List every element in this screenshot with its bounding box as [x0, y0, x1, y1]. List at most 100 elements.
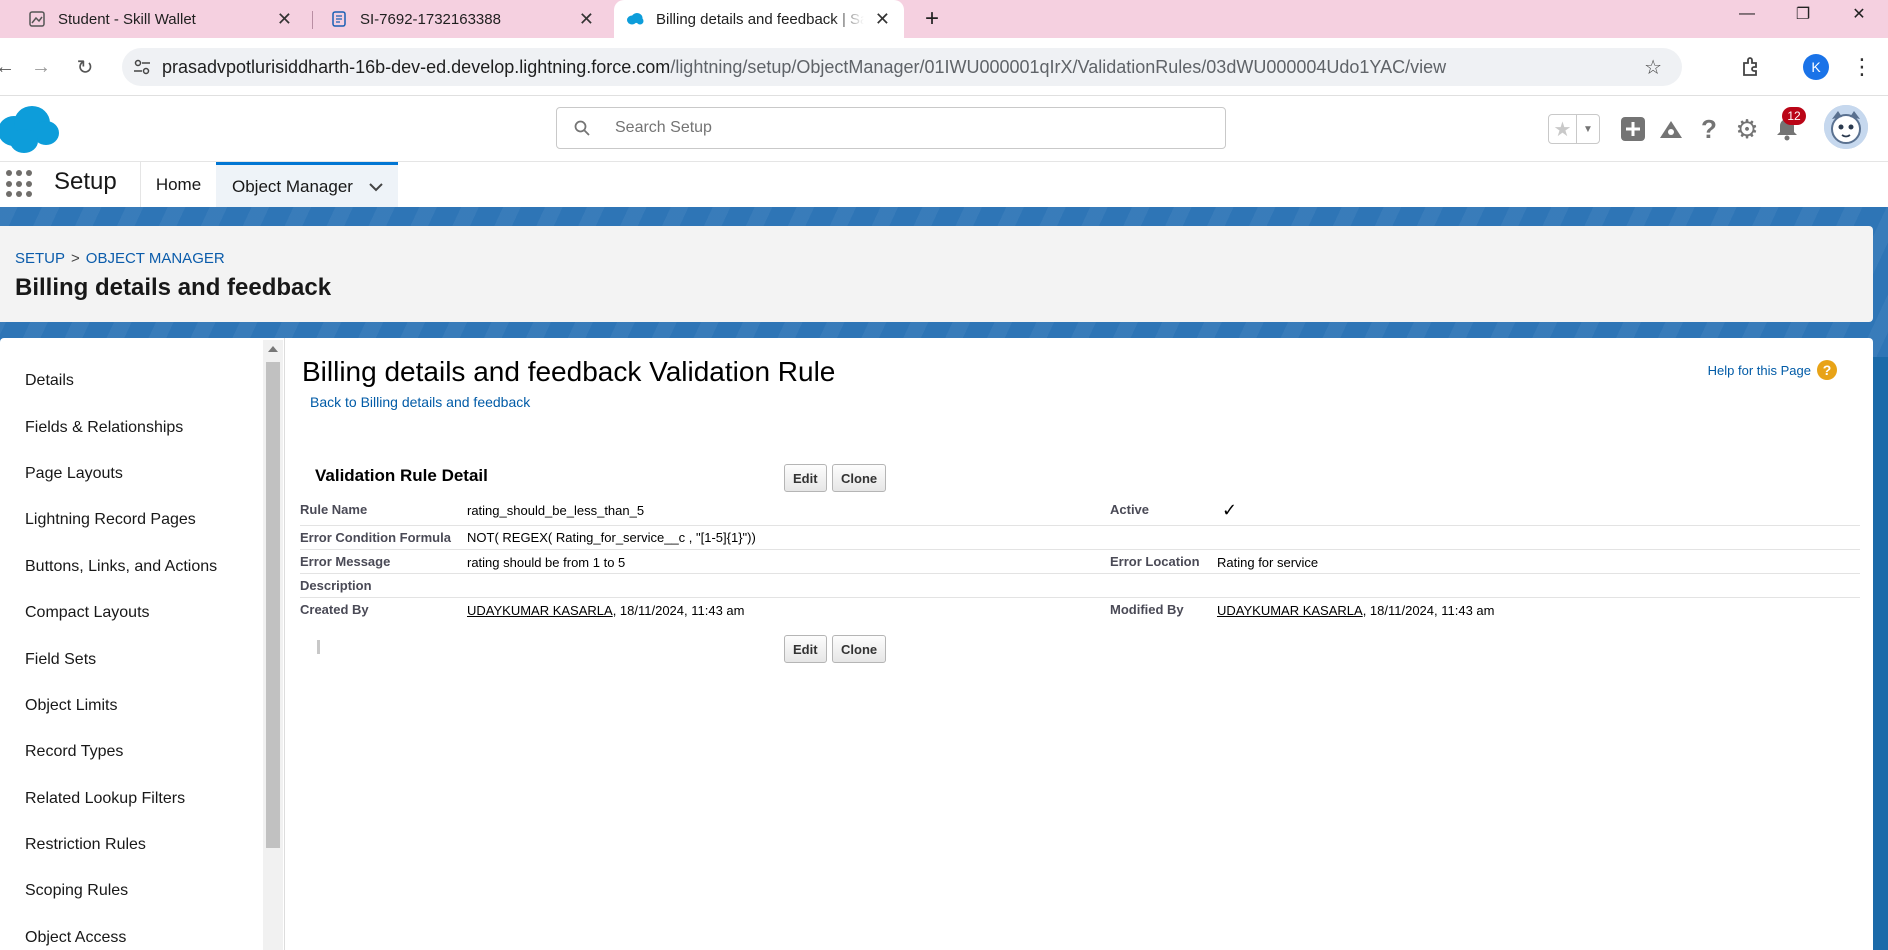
sidebar-item-fields-relationships[interactable]: Fields & Relationships	[25, 419, 183, 437]
favorites-dropdown-icon[interactable]: ▼	[1577, 115, 1599, 143]
sidebar-item-details[interactable]: Details	[25, 372, 74, 390]
bookmark-star-icon[interactable]: ☆	[1644, 55, 1662, 80]
created-by-value: UDAYKUMAR KASARLA, 18/11/2024, 11:43 am	[467, 603, 744, 618]
favorite-star-icon[interactable]: ★	[1549, 115, 1577, 143]
address-bar[interactable]: prasadvpotlurisiddharth-16b-dev-ed.devel…	[122, 48, 1682, 86]
salesforce-logo[interactable]	[0, 103, 62, 160]
sidebar-item-buttons-links-actions[interactable]: Buttons, Links, and Actions	[25, 558, 217, 576]
app-launcher-icon[interactable]	[6, 170, 34, 198]
browser-menu-icon[interactable]: ⋮	[1851, 54, 1873, 80]
app-navigation-bar: Setup Home Object Manager	[0, 161, 1888, 208]
site-info-icon[interactable]	[122, 59, 162, 75]
tab-title: SI-7692-1732163388	[360, 10, 501, 28]
page-title: Billing details and feedback	[15, 274, 332, 301]
edit-button-bottom[interactable]: Edit	[784, 635, 827, 663]
section-footer-marker	[317, 640, 320, 654]
gear-icon[interactable]: ⚙	[1732, 114, 1762, 144]
created-by-user-link[interactable]: UDAYKUMAR KASARLA	[467, 603, 613, 618]
browser-tab-billing-active[interactable]: Billing details and feedback | Sa ✕	[614, 0, 904, 38]
browser-tab-strip: Student - Skill Wallet ✕ SI-7692-1732163…	[0, 0, 1888, 38]
sidebar-item-restriction-rules[interactable]: Restriction Rules	[25, 836, 146, 854]
sidebar-item-record-types[interactable]: Record Types	[25, 743, 123, 761]
detail-row-rule-name: Rule Name rating_should_be_less_than_5 A…	[300, 498, 1860, 526]
trailhead-icon[interactable]	[1656, 114, 1686, 144]
content-scrollbar[interactable]	[263, 340, 283, 950]
extensions-icon[interactable]	[1738, 54, 1764, 80]
restore-icon[interactable]: ❐	[1780, 0, 1826, 28]
breadcrumb-object-manager[interactable]: OBJECT MANAGER	[86, 250, 225, 267]
scroll-up-icon[interactable]	[268, 346, 278, 352]
sidebar-item-related-lookup-filters[interactable]: Related Lookup Filters	[25, 790, 185, 808]
breadcrumb-setup[interactable]: SETUP	[15, 250, 65, 267]
salesforce-cloud-icon	[626, 10, 644, 28]
page-header-card: SETUP > OBJECT MANAGER Billing details and…	[0, 226, 1873, 322]
nav-item-home[interactable]: Home	[140, 162, 216, 208]
active-checkmark-icon: ✓	[1222, 500, 1238, 520]
object-sidebar: Details Fields & Relationships Page Layo…	[0, 338, 262, 950]
minimize-icon[interactable]: —	[1724, 0, 1770, 28]
back-icon[interactable]: ←	[0, 54, 18, 80]
close-tab-icon[interactable]: ✕	[579, 10, 594, 28]
breadcrumb-separator: >	[71, 250, 80, 267]
url-text: prasadvpotlurisiddharth-16b-dev-ed.devel…	[162, 57, 1446, 78]
sidebar-item-object-limits[interactable]: Object Limits	[25, 697, 117, 715]
sidebar-item-compact-layouts[interactable]: Compact Layouts	[25, 604, 150, 622]
detail-row-created-modified: Created By UDAYKUMAR KASARLA, 18/11/2024…	[300, 598, 1860, 624]
sidebar-item-lightning-record-pages[interactable]: Lightning Record Pages	[25, 511, 196, 529]
active-label: Active	[1110, 502, 1150, 517]
favorites-button[interactable]: ★ ▼	[1548, 114, 1600, 144]
search-placeholder: Search Setup	[615, 119, 712, 136]
document-icon	[330, 10, 348, 28]
back-link[interactable]: Back to Billing details and feedback	[310, 394, 530, 410]
browser-tab-skill-wallet[interactable]: Student - Skill Wallet ✕	[16, 0, 306, 38]
clone-button-top[interactable]: Clone	[832, 464, 887, 492]
salesforce-global-header: Search Setup ★ ▼ ? ⚙ 12	[0, 97, 1888, 161]
setup-search-input[interactable]: Search Setup	[556, 107, 1226, 149]
close-window-icon[interactable]: ✕	[1836, 0, 1882, 28]
browser-toolbar: ← → ↻ prasadvpotlurisiddharth-16b-dev-ed…	[0, 38, 1888, 96]
help-link-label: Help for this Page	[1707, 362, 1811, 378]
chevron-down-icon[interactable]	[369, 177, 383, 197]
url-host: prasadvpotlurisiddharth-16b-dev-ed.devel…	[162, 56, 671, 77]
rule-name-label: Rule Name	[300, 502, 368, 517]
validation-rule-title: Billing details and feedback Validation …	[302, 356, 836, 387]
detail-row-formula: Error Condition Formula NOT( REGEX( Rati…	[300, 526, 1860, 550]
modified-by-user-link[interactable]: UDAYKUMAR KASARLA	[1217, 603, 1363, 618]
global-actions-icon[interactable]	[1618, 114, 1648, 144]
clone-button-bottom[interactable]: Clone	[832, 635, 887, 663]
nav-item-object-manager[interactable]: Object Manager	[216, 162, 398, 208]
new-tab-icon[interactable]: +	[918, 0, 946, 38]
sidebar-item-scoping-rules[interactable]: Scoping Rules	[25, 882, 128, 900]
detail-row-description: Description	[300, 574, 1860, 598]
tab-separator	[312, 11, 313, 29]
forward-icon[interactable]: →	[28, 54, 54, 80]
profile-avatar[interactable]: K	[1803, 54, 1829, 80]
tab-title: Billing details and feedback | Sa	[656, 10, 864, 28]
url-path: /lightning/setup/ObjectManager/01IWU0000…	[670, 56, 1447, 77]
image-icon	[28, 10, 46, 28]
modified-date: , 18/11/2024, 11:43 am	[1362, 603, 1495, 618]
scrollbar-thumb[interactable]	[266, 362, 280, 848]
sidebar-item-object-access[interactable]: Object Access	[25, 929, 126, 947]
formula-label: Error Condition Formula	[300, 530, 451, 545]
help-for-page-link[interactable]: Help for this Page ?	[1708, 360, 1837, 380]
close-tab-icon[interactable]: ✕	[875, 10, 890, 28]
breadcrumb: SETUP > OBJECT MANAGER	[15, 250, 225, 267]
modified-by-value: UDAYKUMAR KASARLA, 18/11/2024, 11:43 am	[1217, 603, 1494, 618]
error-message-value: rating should be from 1 to 5	[467, 555, 626, 570]
error-location-value: Rating for service	[1217, 555, 1319, 570]
help-icon[interactable]: ?	[1694, 114, 1724, 144]
edit-button-top[interactable]: Edit	[784, 464, 827, 492]
main-panel: Details Fields & Relationships Page Layo…	[0, 338, 1873, 950]
created-date: , 18/11/2024, 11:43 am	[612, 603, 745, 618]
section-title: Validation Rule Detail	[315, 466, 488, 485]
sidebar-item-field-sets[interactable]: Field Sets	[25, 651, 96, 669]
close-tab-icon[interactable]: ✕	[277, 10, 292, 28]
sidebar-item-page-layouts[interactable]: Page Layouts	[25, 465, 123, 483]
error-message-label: Error Message	[300, 554, 391, 569]
tab-title: Student - Skill Wallet	[58, 10, 196, 28]
user-avatar[interactable]	[1824, 105, 1868, 149]
browser-tab-si[interactable]: SI-7692-1732163388 ✕	[318, 0, 608, 38]
formula-value: NOT( REGEX( Rating_for_service__c , "[1-…	[467, 530, 756, 545]
reload-icon[interactable]: ↻	[72, 54, 98, 80]
